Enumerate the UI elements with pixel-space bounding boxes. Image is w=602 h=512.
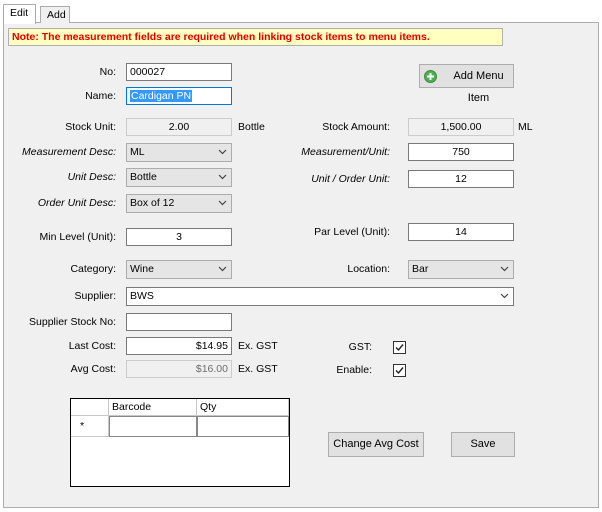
min-level-label: Min Level (Unit): [39, 231, 116, 243]
grid-header-barcode[interactable]: Barcode [109, 399, 197, 416]
avg-cost-suffix: Ex. GST [238, 363, 278, 375]
change-avg-cost-button[interactable]: Change Avg Cost [328, 432, 424, 457]
name-label: Name: [85, 90, 116, 102]
gst-checkbox[interactable] [393, 341, 406, 354]
barcode-grid[interactable]: Barcode Qty * [70, 398, 290, 487]
grid-new-row-marker: * [71, 416, 109, 437]
checkmark-icon [395, 344, 404, 352]
location-value: Bar [412, 263, 429, 275]
supplier-value: BWS [130, 290, 154, 302]
stock-unit-suffix: Bottle [238, 121, 265, 133]
name-field[interactable]: Cardigan PN [126, 87, 232, 105]
tab-add[interactable]: Add [40, 6, 70, 23]
measurement-unit-label: Measurement/Unit: [301, 146, 390, 158]
checkmark-icon [395, 367, 404, 375]
measurement-desc-label: Measurement Desc: [22, 146, 116, 158]
chevron-down-icon [218, 174, 227, 180]
measurement-desc-select[interactable]: ML [126, 143, 232, 162]
unit-desc-label: Unit Desc: [67, 171, 116, 183]
supplier-label: Supplier: [74, 290, 116, 302]
unit-order-unit-field[interactable]: 12 [408, 170, 514, 188]
add-menu-item-button[interactable]: Add Menu Item [419, 64, 514, 104]
avg-cost-field: $16.00 [126, 360, 232, 378]
location-select[interactable]: Bar [408, 260, 514, 279]
chevron-down-icon [218, 266, 227, 272]
no-label: No: [99, 66, 116, 78]
unit-desc-select[interactable]: Bottle [126, 168, 232, 187]
order-unit-desc-select[interactable]: Box of 12 [126, 194, 232, 213]
measurement-unit-field[interactable]: 750 [408, 143, 514, 161]
unit-desc-value: Bottle [130, 171, 157, 183]
enable-checkbox[interactable] [393, 364, 406, 377]
supplier-stock-no-label: Supplier Stock No: [29, 316, 116, 328]
stock-amount-field: 1,500.00 [408, 118, 514, 136]
stock-amount-label: Stock Amount: [322, 121, 390, 133]
unit-order-unit-label: Unit / Order Unit: [311, 173, 390, 185]
supplier-select[interactable]: BWS [126, 287, 514, 306]
measurement-note: Note: The measurement fields are require… [8, 28, 503, 46]
grid-cell-qty[interactable] [197, 416, 289, 437]
grid-corner-header [71, 399, 109, 416]
last-cost-field[interactable]: $14.95 [126, 337, 232, 355]
stock-unit-field: 2.00 [126, 118, 232, 136]
category-label: Category: [70, 263, 116, 275]
par-level-field[interactable]: 14 [408, 223, 514, 241]
chevron-down-icon [218, 200, 227, 206]
grid-header-qty[interactable]: Qty [197, 399, 289, 416]
gst-label: GST: [348, 341, 372, 353]
order-unit-desc-label: Order Unit Desc: [37, 197, 116, 209]
last-cost-suffix: Ex. GST [238, 340, 278, 352]
stock-amount-suffix: ML [518, 121, 533, 133]
chevron-down-icon [218, 149, 227, 155]
chevron-down-icon [500, 266, 509, 272]
grid-cell-barcode[interactable] [109, 416, 197, 437]
add-menu-item-label: Add Menu Item [453, 70, 504, 104]
category-select[interactable]: Wine [126, 260, 232, 279]
avg-cost-label: Avg Cost: [70, 363, 116, 375]
chevron-down-icon [500, 293, 509, 299]
supplier-stock-no-field[interactable] [126, 313, 232, 331]
category-value: Wine [130, 263, 154, 275]
add-icon [424, 70, 437, 83]
no-field[interactable]: 000027 [126, 63, 232, 81]
min-level-field[interactable]: 3 [126, 228, 232, 246]
par-level-label: Par Level (Unit): [314, 226, 390, 238]
tab-edit[interactable]: Edit [3, 4, 36, 24]
measurement-desc-value: ML [130, 146, 145, 158]
enable-label: Enable: [336, 364, 372, 376]
location-label: Location: [347, 263, 390, 275]
save-button[interactable]: Save [451, 432, 515, 457]
order-unit-desc-value: Box of 12 [130, 197, 175, 209]
name-value: Cardigan PN [130, 90, 193, 102]
last-cost-label: Last Cost: [68, 340, 116, 352]
stock-unit-label: Stock Unit: [65, 121, 116, 133]
